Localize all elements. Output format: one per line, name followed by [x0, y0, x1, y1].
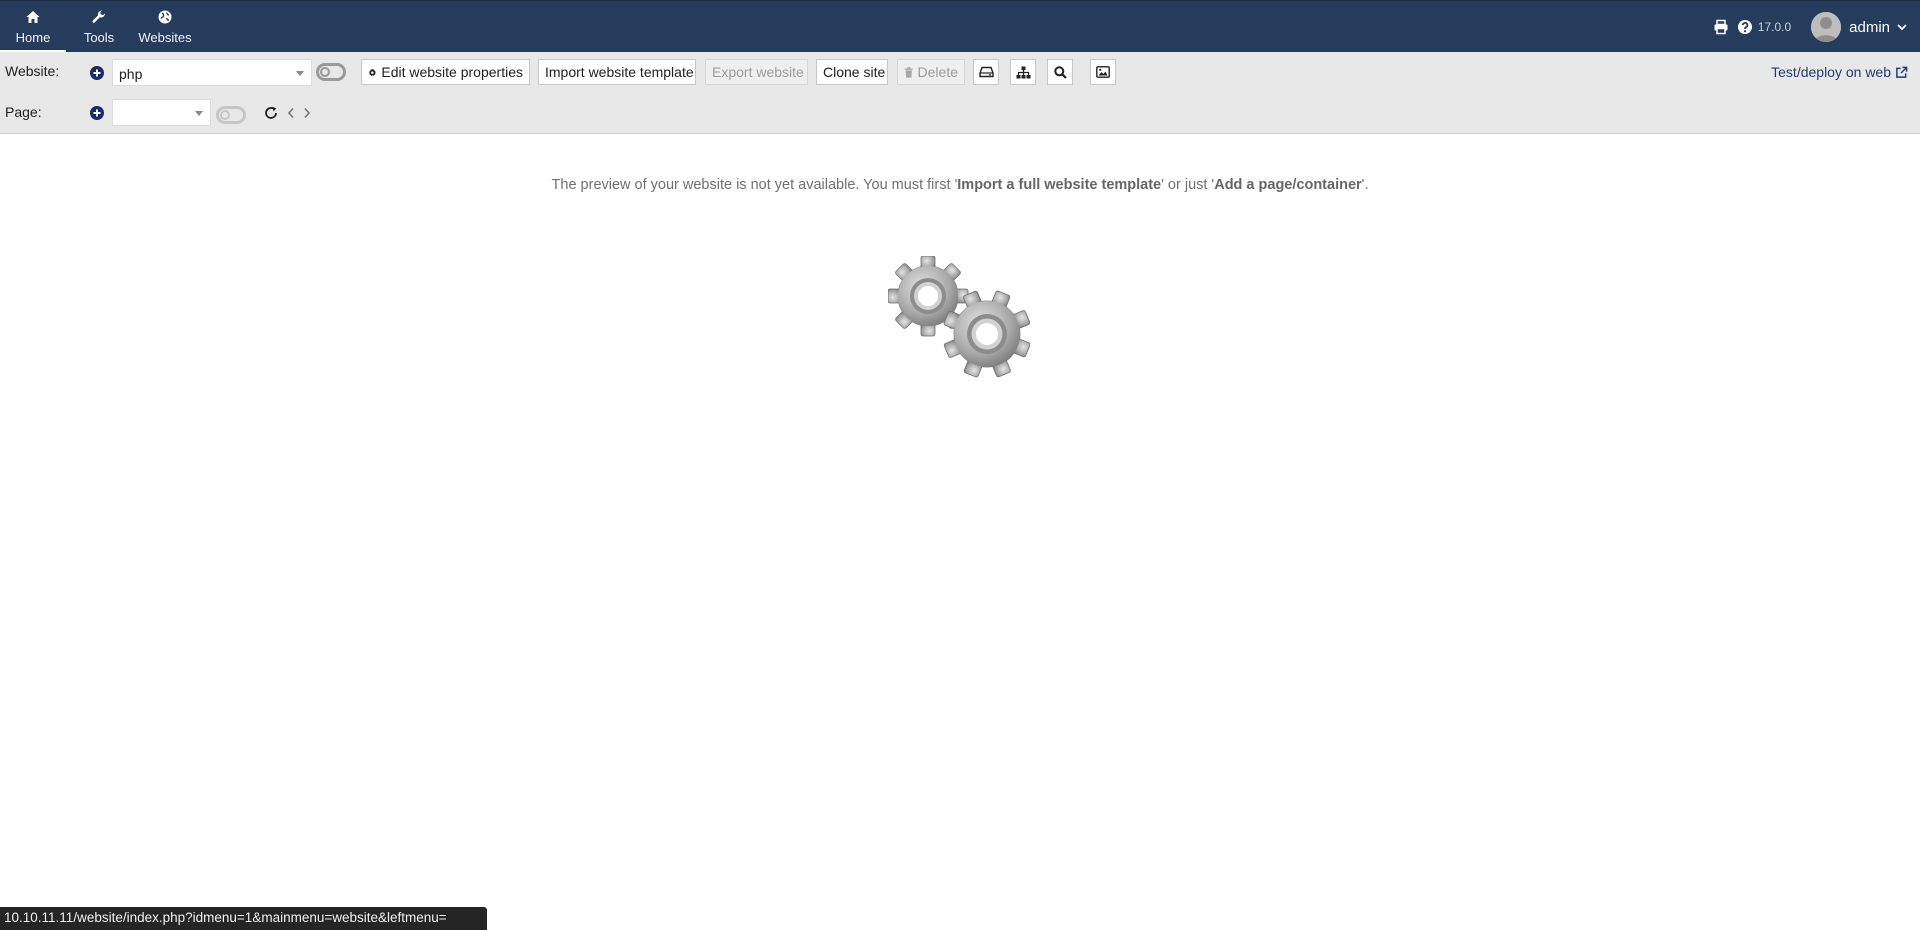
avatar[interactable] — [1811, 12, 1842, 42]
message-text-mid: ' or just ' — [1161, 177, 1215, 193]
nav-home-label: Home — [15, 30, 51, 45]
page-label: Page: — [5, 104, 42, 120]
preview-unavailable-message: The preview of your website is not yet a… — [0, 177, 1920, 193]
user-avatar-icon — [1811, 12, 1842, 42]
message-text-start: The preview of your website is not yet a… — [551, 177, 958, 193]
add-page-container-link: Add a page/container — [1214, 177, 1362, 193]
printer-icon[interactable] — [1713, 19, 1729, 35]
hdd-icon — [978, 66, 994, 78]
help-icon[interactable] — [1737, 19, 1753, 35]
page-toolbar: Page: — [0, 92, 1920, 134]
sitemap-icon — [1016, 66, 1030, 78]
delete-website-button[interactable]: Delete — [897, 59, 965, 85]
add-website-plus-icon[interactable] — [90, 66, 104, 80]
top-right-area: 17.0.0 admin — [1713, 1, 1920, 53]
test-deploy-label: Test/deploy on web — [1771, 64, 1891, 80]
dropdown-caret-icon — [195, 111, 203, 116]
website-select[interactable]: php — [112, 59, 312, 86]
gears-illustration-icon — [888, 256, 1030, 378]
trash-icon — [904, 66, 913, 78]
dropdown-caret-icon — [296, 71, 304, 76]
home-icon — [26, 11, 40, 23]
import-full-template-link: Import a full website template — [957, 177, 1162, 193]
export-website-button[interactable]: Export website — [705, 59, 808, 85]
username-label[interactable]: admin — [1849, 19, 1890, 36]
media-browser-button[interactable] — [1090, 59, 1116, 85]
nav-home[interactable]: Home — [0, 1, 66, 53]
nav-tools[interactable]: Tools — [66, 1, 132, 53]
clone-site-button[interactable]: Clone site — [816, 59, 888, 85]
top-navigation-bar: Home Tools Websites 17.0.0 admin — [0, 0, 1920, 53]
search-icon — [1053, 65, 1067, 79]
wrench-icon — [92, 10, 105, 23]
edit-website-properties-button[interactable]: Edit website properties — [361, 59, 530, 85]
globe-icon — [158, 10, 172, 24]
test-deploy-link[interactable]: Test/deploy on web — [1771, 64, 1908, 80]
delete-website-label: Delete — [917, 64, 958, 80]
message-text-end: '. — [1361, 177, 1369, 193]
toggle-knob — [320, 67, 330, 77]
edit-website-properties-label: Edit website properties — [381, 64, 523, 80]
previous-page-icon[interactable] — [286, 106, 296, 120]
sitemap-button[interactable] — [1010, 59, 1036, 85]
page-status-toggle[interactable] — [216, 106, 246, 124]
image-icon — [1096, 66, 1110, 78]
server-button[interactable] — [973, 59, 999, 85]
website-status-toggle[interactable] — [316, 63, 346, 81]
search-button[interactable] — [1047, 59, 1073, 85]
nav-websites[interactable]: Websites — [132, 1, 198, 53]
add-page-plus-icon[interactable] — [90, 106, 104, 120]
chevron-down-icon[interactable] — [1896, 21, 1908, 33]
export-website-label: Export website — [712, 64, 804, 80]
version-label: 17.0.0 — [1757, 20, 1792, 34]
website-label: Website: — [5, 63, 60, 79]
nav-tools-label: Tools — [83, 30, 115, 45]
website-toolbar: Website: php Edit website properties Imp… — [0, 52, 1920, 92]
page-select[interactable] — [112, 99, 211, 126]
browser-status-bar: 10.10.11.11/website/index.php?idmenu=1&m… — [0, 907, 487, 930]
status-url: 10.10.11.11/website/index.php?idmenu=1&m… — [4, 910, 447, 925]
refresh-icon[interactable] — [264, 106, 278, 120]
website-select-value: php — [119, 66, 143, 82]
external-link-icon — [1896, 66, 1908, 78]
gear-icon — [368, 68, 376, 76]
nav-websites-label: Websites — [138, 30, 192, 45]
toggle-knob — [220, 110, 230, 120]
import-website-template-button[interactable]: Import website template — [538, 59, 696, 85]
import-website-template-label: Import website template — [545, 64, 694, 80]
next-page-icon[interactable] — [302, 106, 312, 120]
clone-site-label: Clone site — [823, 64, 886, 80]
